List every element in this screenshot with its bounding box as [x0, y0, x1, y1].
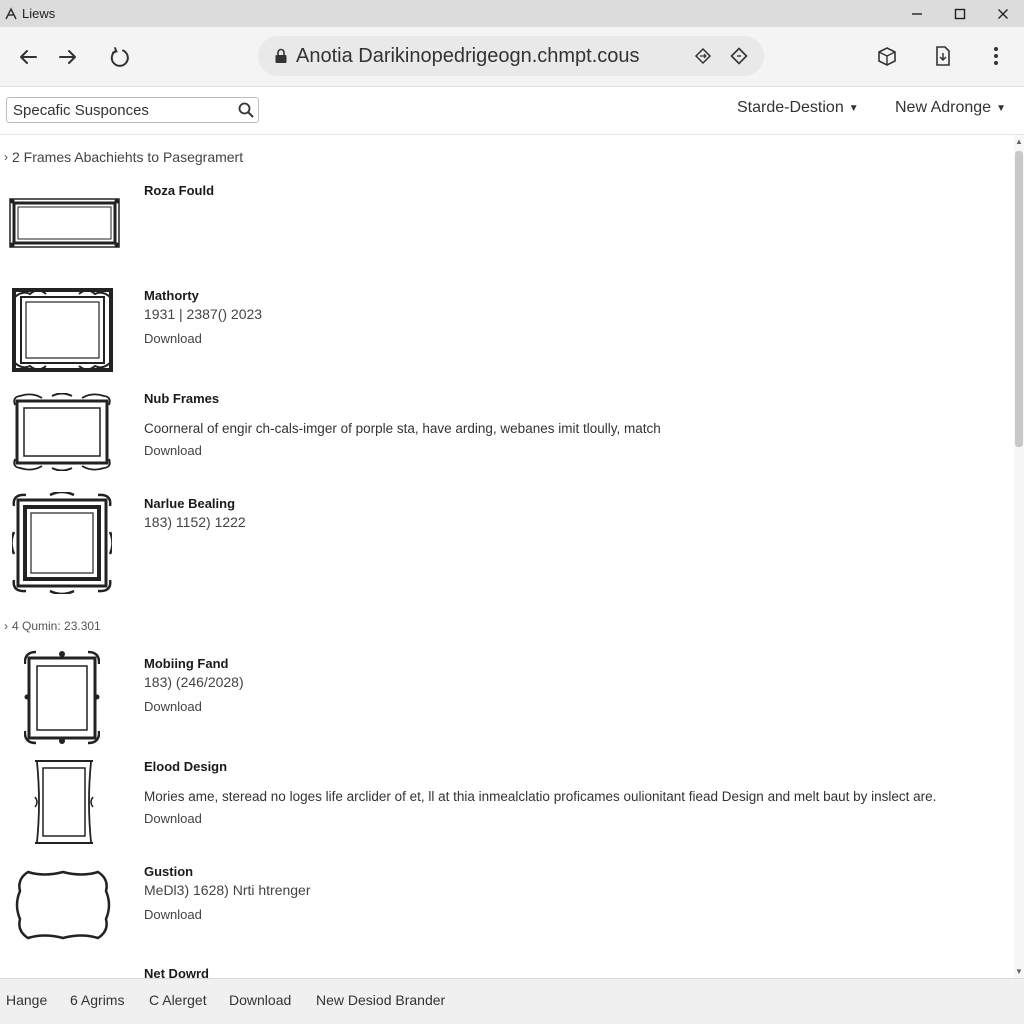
- minimize-button[interactable]: [895, 0, 938, 27]
- back-button[interactable]: [12, 41, 44, 73]
- scrollbar-thumb[interactable]: [1015, 151, 1023, 447]
- sort-dropdown-label: Starde-Destion: [737, 99, 844, 116]
- diamond-arrows-icon: [694, 47, 712, 65]
- caret-down-icon: ▼: [996, 102, 1006, 114]
- frame-thumbnail-image: [9, 198, 120, 248]
- reload-icon: [110, 47, 129, 67]
- bottom-link-download[interactable]: Download: [229, 992, 291, 1008]
- item-meta: 183) (246/2028): [144, 674, 244, 690]
- section-header[interactable]: › 4 Qumin: 23.301: [4, 619, 101, 633]
- chevron-right-icon: ›: [4, 150, 8, 164]
- item-title[interactable]: Mobiing Fand: [144, 656, 228, 671]
- extensions-button[interactable]: [873, 42, 901, 70]
- maximize-button[interactable]: [938, 0, 981, 27]
- search-box[interactable]: [6, 97, 259, 123]
- results-list: › 2 Frames Abachiehts to Pasegramert Roz…: [0, 135, 1014, 978]
- extension-button[interactable]: [692, 45, 714, 67]
- scroll-down-icon[interactable]: ▼: [1015, 967, 1023, 976]
- bookmark-button[interactable]: [728, 45, 750, 67]
- frame-thumbnail-image: [10, 490, 114, 596]
- search-filter-bar: Starde-Destion ▼ New Adronge ▼: [0, 87, 1024, 135]
- document-download-icon: [936, 46, 950, 66]
- frame-thumbnail-image: [23, 650, 101, 745]
- download-link[interactable]: Download: [144, 443, 202, 458]
- item-meta: 1931 | 2387() 2023: [144, 306, 263, 322]
- search-input[interactable]: [13, 101, 233, 119]
- save-page-button[interactable]: [929, 42, 957, 70]
- scroll-up-icon[interactable]: ▲: [1015, 137, 1023, 146]
- close-icon: [997, 8, 1008, 19]
- item-title[interactable]: Narlue Bealing: [144, 496, 235, 511]
- item-title[interactable]: Mathorty: [144, 288, 199, 303]
- frame-thumbnail-image: [15, 870, 111, 940]
- forward-arrow-icon: [59, 50, 76, 64]
- window-titlebar: Liews: [0, 0, 1024, 27]
- frame-thumbnail[interactable]: [23, 650, 101, 745]
- item-meta: MeDl3) 1628) Nrti htrenger: [144, 882, 311, 898]
- item-title[interactable]: Elood Design: [144, 759, 227, 774]
- item-description: Mories ame, steread no loges life arclid…: [144, 789, 937, 804]
- lock-icon: [275, 48, 287, 63]
- app-icon: [5, 6, 17, 19]
- url-text[interactable]: Anotia Darikinopedrigeogn.chmpt.cous: [296, 45, 640, 68]
- item-title[interactable]: Nub Frames: [144, 391, 219, 406]
- address-bar[interactable]: Anotia Darikinopedrigeogn.chmpt.cous: [258, 36, 764, 76]
- frame-thumbnail[interactable]: [14, 869, 112, 941]
- minimize-icon: [911, 12, 922, 15]
- vertical-scrollbar[interactable]: ▲ ▼: [1014, 135, 1024, 978]
- item-meta: 183) 1152) 1222: [144, 514, 246, 530]
- browser-toolbar: Anotia Darikinopedrigeogn.chmpt.cous: [0, 27, 1024, 87]
- bottom-link-hange[interactable]: Hange: [6, 992, 47, 1008]
- diamond-icon: [730, 47, 748, 65]
- frame-thumbnail-image: [34, 760, 94, 844]
- window-controls: [895, 0, 1024, 27]
- caret-down-icon: ▼: [848, 102, 859, 114]
- arrange-dropdown-label: New Adronge: [895, 99, 992, 116]
- section-label: 2 Frames Abachiehts to Pasegramert: [12, 149, 244, 165]
- window-title: Liews: [22, 6, 56, 21]
- bottom-bar: Hange 6 Agrims C Alerget Download New De…: [0, 978, 1024, 1024]
- bottom-link-agrims[interactable]: 6 Agrims: [70, 992, 124, 1008]
- search-icon[interactable]: [237, 101, 255, 119]
- download-link[interactable]: Download: [144, 331, 202, 346]
- package-icon: [878, 47, 896, 66]
- frame-thumbnail[interactable]: [12, 392, 112, 472]
- frame-thumbnail-image: [12, 286, 113, 374]
- arrange-dropdown[interactable]: New Adronge ▼: [895, 99, 1006, 117]
- item-title[interactable]: Roza Fould: [144, 183, 214, 198]
- download-link[interactable]: Download: [144, 699, 202, 714]
- frame-thumbnail[interactable]: [33, 759, 95, 845]
- section-label: 4 Qumin: 23.301: [12, 619, 101, 633]
- reload-button[interactable]: [104, 41, 136, 73]
- item-title[interactable]: Gustion: [144, 864, 193, 879]
- chevron-right-icon: ›: [4, 619, 8, 633]
- frame-thumbnail-image: [13, 392, 111, 472]
- item-title[interactable]: Net Dowrd: [144, 966, 209, 978]
- close-button[interactable]: [981, 0, 1024, 27]
- maximize-icon: [954, 8, 965, 19]
- download-link[interactable]: Download: [144, 811, 202, 826]
- section-header[interactable]: › 2 Frames Abachiehts to Pasegramert: [4, 149, 243, 165]
- back-arrow-icon: [20, 50, 37, 64]
- sort-dropdown[interactable]: Starde-Destion ▼: [737, 99, 859, 117]
- frame-thumbnail[interactable]: [9, 196, 120, 250]
- more-vertical-icon: [994, 47, 998, 65]
- menu-button[interactable]: [982, 42, 1010, 70]
- bottom-link-alerget[interactable]: C Alerget: [149, 992, 207, 1008]
- download-link[interactable]: Download: [144, 907, 202, 922]
- forward-button[interactable]: [52, 41, 84, 73]
- frame-thumbnail[interactable]: [12, 286, 113, 374]
- bottom-link-new-design[interactable]: New Desiod Brander: [316, 992, 445, 1008]
- item-description: Coorneral of engir ch-cals-imger of porp…: [144, 421, 661, 436]
- frame-thumbnail[interactable]: [10, 490, 114, 596]
